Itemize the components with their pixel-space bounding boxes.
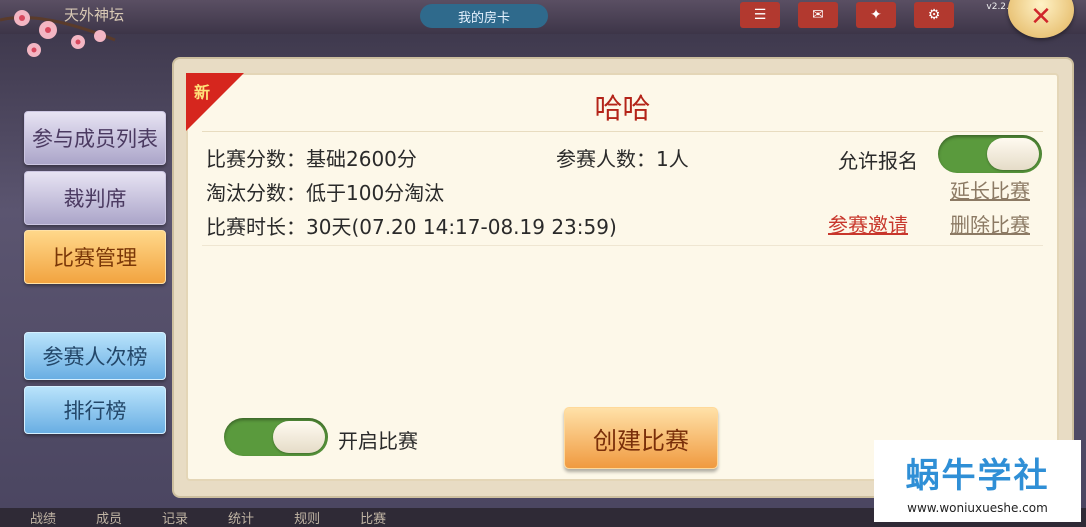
plum-blossom-decoration: [0, 10, 116, 57]
bottom-tab-match[interactable]: 比赛: [360, 508, 386, 527]
bottom-tab-rules[interactable]: 规则: [294, 508, 320, 527]
close-icon: ✕: [1030, 2, 1052, 32]
toggle-knob: [987, 138, 1039, 170]
delete-match-link[interactable]: 删除比赛: [950, 209, 1030, 238]
open-match-label: 开启比赛: [338, 429, 418, 453]
sidebar-item-match-management[interactable]: 比赛管理: [24, 230, 166, 284]
match-score-text: 比赛分数：基础2600分: [206, 147, 417, 171]
top-icon-row: ☰ ✉ ✦ ⚙: [740, 2, 954, 28]
title-divider: [202, 131, 1043, 132]
bottom-tab-members[interactable]: 成员: [96, 508, 122, 527]
top-menu-icon[interactable]: ☰: [740, 2, 780, 28]
player-count-text: 参赛人数：1人: [556, 147, 689, 171]
eliminate-score-text: 淘汰分数：低于100分淘汰: [206, 181, 445, 205]
match-dialog: 新 哈哈 比赛分数：基础2600分 参赛人数：1人 允许报名 淘汰分数：低于10…: [174, 59, 1072, 496]
watermark: 蜗牛学社 www.woniuxueshe.com: [874, 440, 1081, 522]
allow-signup-toggle[interactable]: [938, 135, 1042, 173]
bottom-tab-log[interactable]: 记录: [162, 508, 188, 527]
room-card-button[interactable]: 我的房卡: [420, 4, 548, 28]
match-panel: 新 哈哈 比赛分数：基础2600分 参赛人数：1人 允许报名 淘汰分数：低于10…: [186, 73, 1059, 481]
watermark-url: www.woniuxueshe.com: [907, 500, 1048, 515]
info-divider: [202, 245, 1043, 246]
allow-signup-label: 允许报名: [838, 149, 918, 173]
sidebar-item-referee[interactable]: 裁判席: [24, 171, 166, 225]
top-bar: 天外神坛 我的房卡 ☰ ✉ ✦ ⚙ v2.2.0(6.8.148): [0, 0, 1086, 34]
create-match-button[interactable]: 创建比赛: [564, 407, 718, 469]
invite-link[interactable]: 参赛邀请: [828, 209, 908, 238]
match-duration-text: 比赛时长：30天(07.20 14:17-08.19 23:59): [206, 215, 617, 239]
match-title: 哈哈: [594, 92, 651, 125]
top-settings-icon[interactable]: ⚙: [914, 2, 954, 28]
extend-match-link[interactable]: 延长比赛: [950, 175, 1030, 204]
top-mail-icon[interactable]: ✉: [798, 2, 838, 28]
bottom-tab-record[interactable]: 战绩: [30, 508, 56, 527]
sidebar-item-participation-ranking[interactable]: 参赛人次榜: [24, 332, 166, 380]
top-gift-icon[interactable]: ✦: [856, 2, 896, 28]
sidebar-item-members[interactable]: 参与成员列表: [24, 111, 166, 165]
watermark-title: 蜗牛学社: [905, 455, 1050, 496]
bottom-tab-stats[interactable]: 统计: [228, 508, 254, 527]
open-match-toggle[interactable]: [224, 418, 328, 456]
sidebar-item-leaderboard[interactable]: 排行榜: [24, 386, 166, 434]
toggle-knob: [273, 421, 325, 453]
